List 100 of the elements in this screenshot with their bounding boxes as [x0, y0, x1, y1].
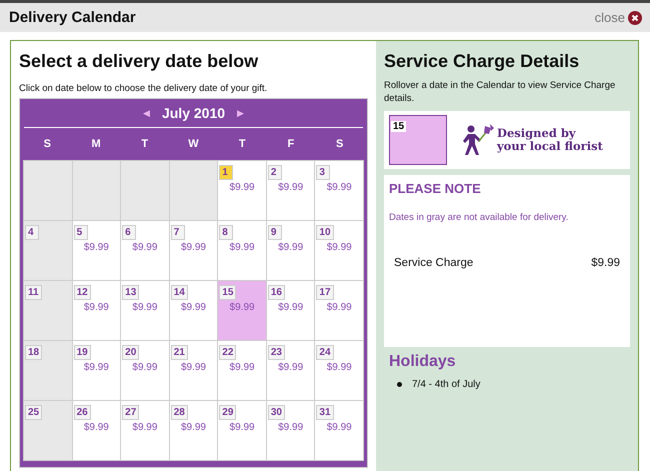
- day-price: $9.99: [180, 422, 207, 433]
- note-title: PLEASE NOTE: [389, 181, 482, 196]
- calendar-day[interactable]: 27 $9.99: [121, 401, 169, 460]
- calendar-day[interactable]: 21 $9.99: [170, 341, 218, 400]
- day-price: $9.99: [82, 302, 110, 313]
- calendar-day[interactable]: 13 $9.99: [121, 281, 169, 340]
- day-number: 21: [170, 345, 188, 360]
- weekday-label: W: [187, 137, 200, 152]
- day-number: 16: [268, 285, 285, 300]
- calendar-day[interactable]: 7 $9.99: [170, 221, 218, 280]
- day-number: 24: [316, 345, 334, 360]
- calendar-day[interactable]: 20 $9.99: [121, 341, 169, 400]
- calendar-day[interactable]: 30 $9.99: [266, 401, 314, 460]
- details-instruction: Rollover a date in the Calendar to view Service Charge details.: [384, 79, 616, 105]
- day-number: 9: [268, 225, 282, 240]
- day-price: $9.99: [277, 362, 304, 373]
- calendar-day[interactable]: 6 $9.99: [121, 221, 169, 280]
- day-price: $9.99: [82, 422, 110, 433]
- weekday-label: M: [90, 137, 102, 152]
- day-price: $9.99: [131, 422, 158, 433]
- day-price: $9.99: [277, 242, 304, 253]
- next-month-button[interactable]: ▶: [237, 108, 244, 118]
- day-number: 1: [219, 165, 234, 180]
- calendar-day[interactable]: 23 $9.99: [266, 341, 314, 400]
- day-price: $9.99: [228, 242, 256, 253]
- day-price: $9.99: [180, 362, 207, 373]
- day-number: 17: [316, 285, 334, 300]
- florist-figure-icon: [461, 124, 495, 156]
- day-number: 14: [170, 285, 188, 300]
- day-number: 8: [219, 225, 234, 240]
- calendar-day[interactable]: 28 $9.99: [170, 401, 218, 460]
- day-price: $9.99: [326, 182, 353, 193]
- calendar-day[interactable]: 26 $9.99: [72, 401, 120, 460]
- day-number: 27: [122, 405, 140, 420]
- day-price: $9.99: [82, 242, 110, 253]
- calendar-day[interactable]: 8 $9.99: [218, 221, 266, 280]
- close-icon: [628, 10, 642, 24]
- weekday-label: F: [286, 137, 296, 152]
- day-price: $9.99: [326, 302, 353, 313]
- day-number: 12: [74, 285, 91, 300]
- details-heading: Service Charge Details: [384, 51, 580, 72]
- day-number: 15: [219, 285, 236, 300]
- charge-label: Service Charge: [394, 257, 474, 269]
- day-price: $9.99: [228, 302, 256, 313]
- window-title: Delivery Calendar: [9, 9, 136, 26]
- day-price: $9.99: [180, 302, 207, 313]
- day-number: 29: [219, 405, 236, 420]
- day-price: $9.99: [82, 362, 110, 373]
- day-number: 2: [268, 165, 282, 180]
- day-number: 10: [316, 225, 334, 240]
- calendar-instruction: Click on date below to choose the delivery date of your gift.: [19, 82, 268, 95]
- calendar-heading: Select a delivery date below: [19, 51, 260, 72]
- day-number: 3: [316, 165, 330, 180]
- month-title: July 2010: [162, 105, 226, 121]
- day-number: 31: [316, 405, 334, 420]
- day-price: $9.99: [326, 422, 353, 433]
- calendar-day[interactable]: 31 $9.99: [315, 401, 363, 460]
- day-number: 5: [74, 225, 88, 240]
- day-price: $9.99: [228, 362, 256, 373]
- calendar-day[interactable]: 29 $9.99: [218, 401, 266, 460]
- preview-day-number: 15: [391, 121, 406, 132]
- day-price: $9.99: [326, 242, 353, 253]
- day-number: 20: [122, 345, 140, 360]
- charge-value: $9.99: [591, 257, 620, 269]
- day-number: 13: [122, 285, 140, 300]
- calendar-day[interactable]: 9 $9.99: [266, 221, 314, 280]
- calendar-day[interactable]: 3 $9.99: [315, 161, 363, 220]
- day-price: $9.99: [326, 362, 353, 373]
- calendar-day[interactable]: 2 $9.99: [266, 161, 314, 220]
- weekday-label: S: [42, 137, 52, 152]
- calendar-day[interactable]: 1 $9.99: [218, 161, 266, 220]
- holidays-title: Holidays: [389, 353, 457, 371]
- day-number: 23: [268, 345, 285, 360]
- weekday-label: S: [334, 137, 344, 152]
- day-number: 7: [170, 225, 185, 240]
- day-price: $9.99: [277, 182, 304, 193]
- weekday-label: T: [238, 137, 247, 152]
- calendar-day[interactable]: 14 $9.99: [170, 281, 218, 340]
- day-number: 11: [25, 285, 42, 300]
- weekday-label: T: [140, 137, 150, 152]
- calendar-day[interactable]: 16 $9.99: [266, 281, 314, 340]
- florist-logo-text: Designed by your local florist: [497, 127, 604, 153]
- day-number: 19: [74, 345, 91, 360]
- calendar-day[interactable]: 12 $9.99: [72, 281, 120, 340]
- calendar-day[interactable]: 24 $9.99: [315, 341, 363, 400]
- day-number: 18: [25, 345, 42, 360]
- calendar-day[interactable]: 5 $9.99: [72, 221, 120, 280]
- previous-month-button[interactable]: ◀: [142, 108, 150, 118]
- day-price: $9.99: [277, 422, 304, 433]
- day-number: 25: [25, 405, 42, 420]
- calendar-day[interactable]: 10 $9.99: [315, 221, 363, 280]
- calendar-day[interactable]: 19 $9.99: [72, 341, 120, 400]
- close-link[interactable]: close: [594, 10, 642, 25]
- calendar-day[interactable]: 15 $9.99: [218, 281, 266, 340]
- day-price: $9.99: [228, 182, 256, 193]
- calendar-day[interactable]: 17 $9.99: [315, 281, 363, 340]
- calendar-day[interactable]: 22 $9.99: [218, 341, 266, 400]
- day-price: $9.99: [131, 242, 158, 253]
- day-price: $9.99: [277, 302, 304, 313]
- day-number: 6: [122, 225, 136, 240]
